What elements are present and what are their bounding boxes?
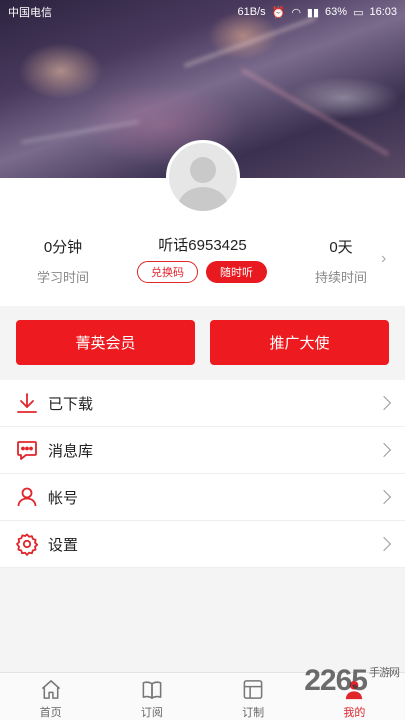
customize-icon [243,680,263,699]
account-icon [17,487,37,507]
profile-screen: 中国电信 61B/s ⏰ ◠ ▮▮ 63% ▭ 16:03 0分钟 学习时间 听… [0,0,405,720]
tab-subscribe[interactable]: 订阅 [101,673,202,720]
menu-item-settings[interactable]: 设置 [0,521,405,568]
menu-item-label: 消息库 [48,442,94,460]
net-speed: 61B/s [237,6,266,18]
streak-label: 持续时间 [314,270,367,285]
chevron-right-icon [376,489,392,505]
menu-item-messages[interactable]: 消息库 [0,427,405,474]
wifi-icon: ◠ [291,6,301,19]
study-time-label: 学习时间 [36,270,89,285]
tab-customize[interactable]: 订制 [203,673,304,720]
signal-icon: ▮▮ [306,6,320,19]
tab-label: 订阅 [140,707,163,719]
watermark-sub: 手游网 [369,667,400,679]
download-icon [17,393,37,413]
chevron-right-icon [376,442,392,458]
streak-value: 0天 [329,239,353,256]
settings-menu: 已下载 消息库 帐号 设置 [0,380,405,568]
avatar[interactable] [166,140,240,214]
chevron-right-icon [376,536,392,552]
menu-item-downloads[interactable]: 已下载 [0,380,405,427]
promotion-ambassador-button[interactable]: 推广大使 [210,320,389,365]
redeem-code-button[interactable]: 兑换码 [137,261,198,283]
vip-member-button[interactable]: 菁英会员 [16,320,195,365]
username: 听话6953425 [158,237,247,254]
status-bar: 中国电信 61B/s ⏰ ◠ ▮▮ 63% ▭ 16:03 [0,0,405,24]
streak-stat: 0天 持续时间 [305,236,377,286]
clock: 16:03 [369,6,397,18]
chevron-right-icon [376,395,392,411]
alarm-icon: ⏰ [271,6,286,19]
book-icon [142,681,162,699]
tab-label: 我的 [343,707,366,719]
carrier-label: 中国电信 [8,7,52,19]
tab-home[interactable]: 首页 [0,673,101,720]
home-icon [41,680,60,699]
study-time-value: 0分钟 [43,239,83,256]
watermark-logo: 2265 手游网 [304,664,400,698]
study-time-stat: 0分钟 学习时间 [28,236,98,286]
settings-icon [16,533,39,556]
chevron-right-icon[interactable]: › [381,250,386,268]
tab-label: 订制 [242,707,265,719]
battery-icon: ▭ [353,6,364,19]
watermark-number: 2265 [304,664,368,697]
menu-item-label: 帐号 [48,489,79,507]
battery-level: 63% [325,6,348,18]
menu-item-label: 设置 [48,536,79,554]
message-icon [17,441,37,460]
menu-item-label: 已下载 [48,395,94,413]
menu-item-account[interactable]: 帐号 [0,474,405,521]
listen-anytime-button[interactable]: 随时听 [206,261,267,283]
tab-label: 首页 [39,707,62,719]
